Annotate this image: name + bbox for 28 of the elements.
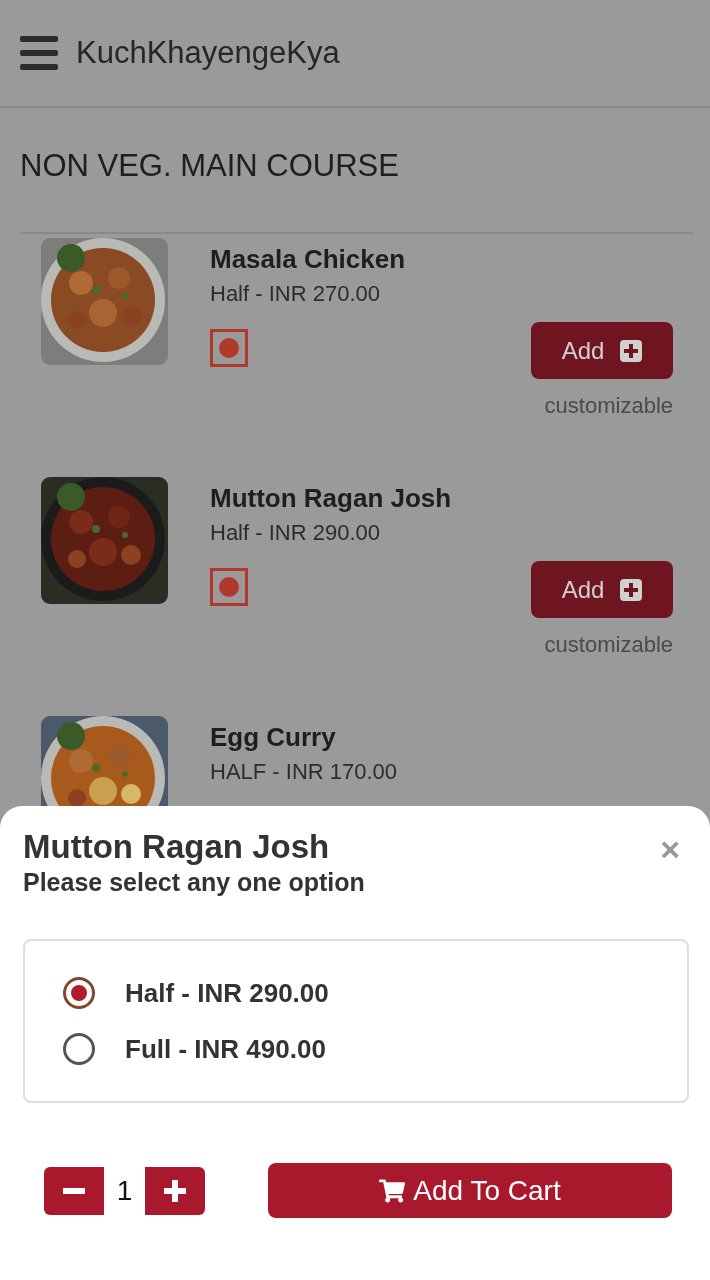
minus-icon (63, 1187, 85, 1194)
section-title: NON VEG. MAIN COURSE (19, 147, 400, 185)
dish-price: Half - INR 270.00 (210, 281, 381, 307)
customizable-note: customizable (544, 632, 673, 658)
dish-name: Egg Curry (210, 722, 337, 753)
quantity-value: 1 (115, 1174, 134, 1207)
radio-button[interactable] (63, 1033, 95, 1065)
option-label[interactable]: Half - INR 290.00 (125, 977, 329, 1009)
plus-square-icon (620, 578, 643, 601)
dish-price: Half - INR 290.00 (210, 520, 381, 546)
radio-button[interactable] (63, 977, 95, 1009)
customizable-note: customizable (544, 393, 673, 419)
increase-button[interactable] (145, 1166, 205, 1215)
menu-icon[interactable] (20, 36, 58, 70)
plus-square-icon (620, 339, 643, 362)
add-button[interactable]: Add (531, 561, 673, 618)
cart-icon (379, 1177, 406, 1204)
dish-price: HALF - INR 170.00 (210, 759, 399, 785)
option-label[interactable]: Full - INR 490.00 (125, 1033, 326, 1065)
sheet-subtitle: Please select any one option (23, 868, 365, 897)
sheet-title: Mutton Ragan Josh (23, 828, 331, 866)
add-to-cart-button[interactable]: Add To Cart (268, 1163, 672, 1218)
add-button[interactable]: Add (531, 322, 673, 379)
app-title: KuchKhayengeKya (76, 35, 340, 71)
decrease-button[interactable] (44, 1166, 104, 1215)
dish-name: Mutton Ragan Josh (210, 483, 453, 514)
dish-name: Masala Chicken (210, 244, 407, 275)
plus-icon (164, 1179, 186, 1202)
